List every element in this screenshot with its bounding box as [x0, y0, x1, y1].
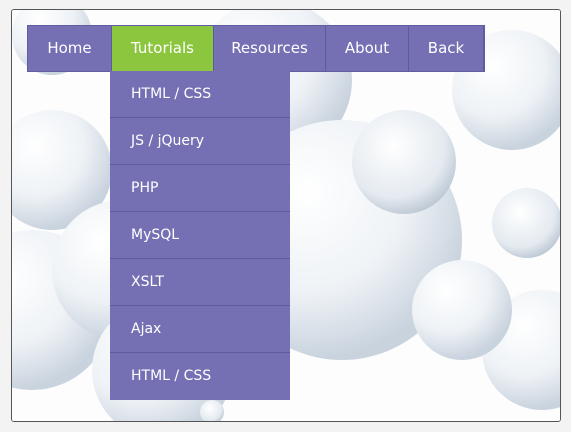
dropdown-item-html-css-2[interactable]: HTML / CSS: [110, 353, 290, 400]
menu-item-back[interactable]: Back: [409, 26, 484, 71]
menu-item-resources[interactable]: Resources: [214, 26, 326, 71]
dropdown-item-label: HTML / CSS: [131, 86, 212, 102]
menu-item-home[interactable]: Home: [28, 26, 112, 71]
dropdown-item-php[interactable]: PHP: [110, 165, 290, 212]
dropdown-item-js-jquery[interactable]: JS / jQuery: [110, 118, 290, 165]
dropdown-item-mysql[interactable]: MySQL: [110, 212, 290, 259]
dropdown-item-label: HTML / CSS: [131, 368, 212, 384]
tutorials-dropdown: HTML / CSS JS / jQuery PHP MySQL XSLT Aj…: [110, 71, 290, 400]
dropdown-item-label: PHP: [131, 180, 159, 196]
menu-item-about[interactable]: About: [326, 26, 409, 71]
menu-item-tutorials[interactable]: Tutorials: [112, 26, 214, 71]
dropdown-item-xslt[interactable]: XSLT: [110, 259, 290, 306]
dropdown-item-label: JS / jQuery: [131, 133, 205, 149]
main-menu: Home Tutorials Resources About Back: [27, 25, 485, 72]
dropdown-item-html-css[interactable]: HTML / CSS: [110, 71, 290, 118]
menu-item-label: Resources: [231, 39, 308, 57]
menu-item-label: Back: [427, 39, 465, 57]
dropdown-item-label: MySQL: [131, 227, 180, 243]
demo-frame: Home Tutorials Resources About Back HTML…: [11, 9, 561, 422]
dropdown-item-label: Ajax: [131, 321, 162, 337]
dropdown-item-label: XSLT: [131, 274, 164, 290]
menu-item-label: About: [344, 39, 390, 57]
menu-item-label: Tutorials: [131, 39, 194, 57]
menu-item-label: Home: [47, 39, 92, 57]
dropdown-item-ajax[interactable]: Ajax: [110, 306, 290, 353]
